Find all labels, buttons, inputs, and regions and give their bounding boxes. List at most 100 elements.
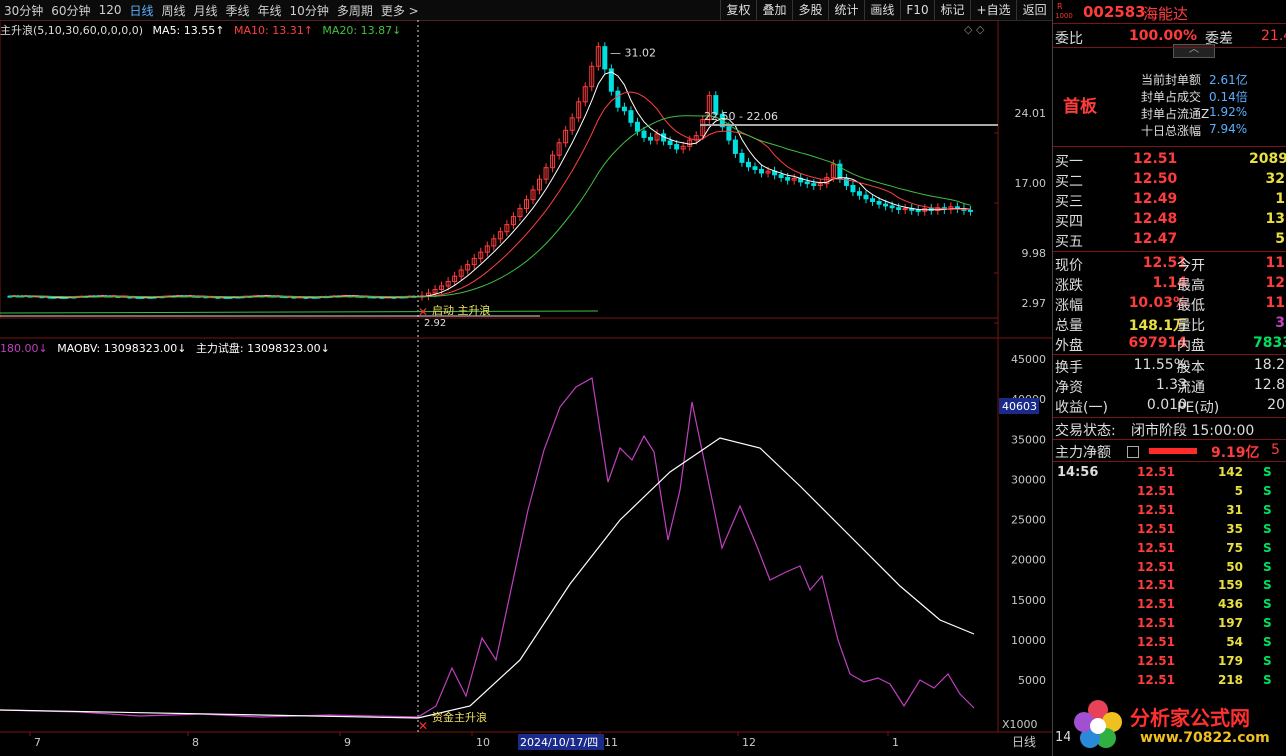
tool-button[interactable]: 返回 — [1016, 0, 1052, 20]
watermark: 分析家公式网 www.70822.com — [1070, 696, 1282, 752]
timeframe-tab[interactable]: 10分钟 — [286, 2, 333, 19]
divider — [1053, 23, 1286, 24]
divider — [1053, 146, 1286, 147]
timeframe-tab[interactable]: 周线 — [157, 2, 189, 19]
tick-volume: 179 — [1217, 654, 1243, 668]
bid-volume: 13 — [1265, 211, 1285, 227]
bid-volume: 32 — [1265, 171, 1285, 187]
tick-row: 12.51 179 S — [1053, 653, 1286, 672]
chart-area[interactable]: 22.50 - 22.06— 31.02启动 主升浪2.92✕ 资金主升浪✕ 2… — [0, 20, 1052, 756]
tool-button[interactable]: 叠加 — [755, 0, 792, 20]
tick-volume: 50 — [1226, 559, 1243, 574]
timeframe-tab[interactable]: 30分钟 — [0, 2, 47, 19]
seal-info-label: 封单占成交 — [1141, 90, 1202, 104]
trade-status-label: 交易状态: — [1055, 423, 1116, 439]
stat2-label: 股本 — [1177, 360, 1205, 376]
tick-side: S — [1263, 502, 1272, 517]
stat2-label: 流通 — [1177, 380, 1205, 396]
tick-price: 12.51 — [1137, 465, 1175, 479]
timeframe-tab[interactable]: 日线 — [125, 2, 157, 19]
tick-row: 12.51 35 S — [1053, 521, 1286, 540]
divider — [1053, 439, 1286, 440]
candle-body — [850, 184, 856, 193]
tool-button[interactable]: 统计 — [827, 0, 864, 20]
stock-name: 海能达 — [1143, 5, 1189, 23]
stat-row: 总量 148.1万 量比 3 — [1053, 314, 1286, 334]
candle-body — [602, 46, 608, 70]
stat-value: 7833 — [1253, 335, 1286, 351]
seal-info-row: 十日总涨幅 7.94% — [1053, 121, 1286, 141]
net-flow-row: 主力净额 9.19亿 5 — [1053, 441, 1286, 461]
divider — [1053, 417, 1286, 418]
net-flow-checkbox[interactable] — [1127, 446, 1139, 458]
candle-body — [39, 296, 45, 299]
candle-body — [615, 90, 621, 108]
stat-label: 涨幅 — [1055, 298, 1083, 314]
stat2-row: 收益(一) 0.010 PE(动) 20 — [1053, 396, 1286, 416]
candle-body — [889, 205, 895, 209]
tool-button[interactable]: 标记 — [934, 0, 970, 20]
stock-code: 002583 — [1083, 3, 1146, 21]
tick-volume: 31 — [1226, 502, 1243, 517]
sub-y-tick-label: 20000 — [1011, 554, 1046, 567]
stat2-row: 换手 11.55% 股本 18.2 — [1053, 356, 1286, 376]
signal-label: 启动 主升浪 — [432, 303, 491, 317]
tick-row: 12.51 159 S — [1053, 577, 1286, 596]
diamond-icon[interactable]: ◇ ◇ — [964, 23, 984, 36]
tick-volume: 142 — [1217, 465, 1243, 479]
tick-volume: 35 — [1226, 521, 1243, 536]
bid-price: 12.47 — [1133, 231, 1178, 247]
x-tick-label: 12 — [742, 736, 756, 749]
stat-label: 总量 — [1055, 318, 1083, 334]
timeframe-tab[interactable]: 120 — [95, 3, 126, 17]
tick-row: 12.51 218 S — [1053, 672, 1286, 691]
tick-side: S — [1263, 465, 1272, 479]
tools-bar: 复权 叠加 多股 统计 画线 F10 标记 +自选 返回 — [720, 0, 1052, 21]
timeframe-tab[interactable]: 月线 — [190, 2, 222, 19]
divider — [1053, 47, 1286, 48]
seal-info-label: 十日总涨幅 — [1141, 124, 1202, 138]
candle-body — [726, 126, 732, 141]
timeframe-tab[interactable]: 多周期 — [333, 2, 377, 19]
unit-label: X1000 — [1002, 718, 1038, 731]
sub-y-tick-label: 15000 — [1011, 594, 1046, 607]
tool-button[interactable]: 画线 — [863, 0, 900, 20]
wei-bi-label: 委比 — [1055, 31, 1083, 47]
bid-row: 买一 12.51 2089 — [1053, 150, 1286, 170]
candle-body — [634, 121, 640, 132]
tool-button[interactable]: 多股 — [791, 0, 828, 20]
period-label: 日线 — [1012, 735, 1036, 749]
obv-line — [0, 377, 975, 718]
candle-body — [648, 136, 654, 141]
bid-label: 买一 — [1055, 154, 1083, 170]
tool-button[interactable]: +自选 — [970, 0, 1016, 20]
sub-y-tick-label: 25000 — [1011, 514, 1046, 527]
main-y-tick-label: 17.00 — [1015, 177, 1047, 190]
r-badge: R — [1057, 2, 1063, 11]
bid-label: 买三 — [1055, 194, 1083, 210]
tick-volume: 5 — [1234, 483, 1243, 498]
main-force-legend: 主力试盘: 13098323.00↓ — [195, 342, 330, 355]
ma5-legend: MA5: 13.55↑ — [152, 24, 225, 37]
tool-button[interactable]: 复权 — [720, 0, 756, 20]
timeframe-tab[interactable]: 年线 — [254, 2, 286, 19]
divider — [1053, 354, 1286, 355]
stat2-value: 18.2 — [1253, 357, 1285, 373]
candle-body — [745, 161, 751, 168]
sub-y-tick-label: 5000 — [1018, 674, 1046, 687]
tool-button[interactable]: F10 — [899, 0, 934, 20]
timeframe-tab[interactable]: 季线 — [222, 2, 254, 19]
stat-label: 最低 — [1177, 298, 1205, 314]
tick-side: S — [1263, 559, 1272, 574]
candle-body — [667, 140, 673, 146]
x-tick-label: 11 — [604, 736, 618, 749]
candle-body — [902, 208, 908, 211]
stat-value: 11 — [1265, 295, 1285, 311]
tick-volume: 159 — [1217, 578, 1243, 593]
timeframe-tab[interactable]: 60分钟 — [47, 2, 94, 19]
timeframe-tab[interactable]: 更多 > — [377, 2, 423, 19]
stat-label: 量比 — [1177, 318, 1205, 334]
candle-body — [215, 296, 221, 299]
bid-row: 买三 12.49 1 — [1053, 190, 1286, 210]
tick-price: 12.51 — [1137, 502, 1175, 517]
